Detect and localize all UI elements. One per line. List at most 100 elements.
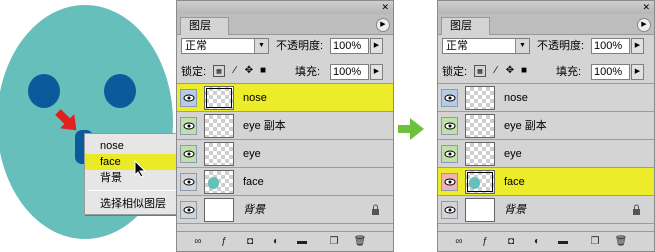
panel-bottom-toolbar: ∞ ƒ ◘ ◐ ▬ ❐ 🗑 bbox=[177, 231, 393, 251]
move-icon[interactable]: ✥ bbox=[504, 65, 516, 77]
right-eye bbox=[104, 74, 136, 108]
tab-layers[interactable]: 图层 bbox=[180, 17, 229, 35]
opacity-label: 不透明度: bbox=[537, 40, 585, 52]
layer-name: nose bbox=[243, 92, 267, 104]
lock-transparency-icon[interactable]: ▦ bbox=[213, 65, 225, 77]
panel-titlebar: ✕ bbox=[438, 1, 654, 14]
layer-thumbnail bbox=[465, 170, 495, 194]
layers-panel-after: ✕ 图层 ▶ 正常 ▼ 不透明度: 100% ▶ 锁定: ▦ ∕ ✥ ■ 填充: … bbox=[437, 0, 655, 252]
group-icon[interactable]: ▬ bbox=[556, 236, 570, 248]
opacity-arrow-button[interactable]: ▶ bbox=[370, 38, 383, 54]
panel-titlebar: ✕ bbox=[177, 1, 393, 14]
close-icon[interactable]: ✕ bbox=[381, 3, 389, 12]
layer-name: eye bbox=[243, 148, 261, 160]
layer-row-background[interactable]: 背景 bbox=[438, 196, 654, 224]
eye-icon[interactable] bbox=[180, 173, 197, 191]
lock-icon[interactable]: ■ bbox=[257, 65, 269, 77]
layers-list: nose eye 副本 eye face 背景 bbox=[438, 84, 654, 231]
left-eye bbox=[28, 74, 60, 108]
group-icon[interactable]: ▬ bbox=[295, 236, 309, 248]
trash-icon[interactable]: 🗑 bbox=[353, 236, 367, 248]
eye-icon[interactable] bbox=[180, 201, 197, 219]
move-icon[interactable]: ✥ bbox=[243, 65, 255, 77]
eye-icon[interactable] bbox=[180, 145, 197, 163]
lock-row: 锁定: ▦ ∕ ✥ ■ 填充: 100% ▶ bbox=[177, 58, 393, 84]
layer-name: 背景 bbox=[243, 204, 265, 216]
eye-icon[interactable] bbox=[441, 201, 458, 219]
fx-icon[interactable]: ƒ bbox=[217, 236, 231, 248]
fill-label: 填充: bbox=[556, 66, 582, 78]
eye-icon[interactable] bbox=[180, 117, 197, 135]
layer-row-eye-copy[interactable]: eye 副本 bbox=[177, 112, 393, 140]
fill-arrow-button[interactable]: ▶ bbox=[631, 64, 644, 80]
opacity-input[interactable]: 100% bbox=[591, 38, 630, 54]
layer-thumbnail bbox=[204, 170, 234, 194]
layer-row-background[interactable]: 背景 bbox=[177, 196, 393, 224]
layers-panel-before: ✕ 图层 ▶ 正常 ▼ 不透明度: 100% ▶ 锁定: ▦ ∕ ✥ ■ 填充: … bbox=[176, 0, 394, 252]
layer-row-face[interactable]: face bbox=[438, 168, 654, 196]
blend-row: 正常 ▼ 不透明度: 100% ▶ bbox=[177, 35, 393, 57]
lock-icon bbox=[633, 204, 640, 215]
stage: { "context_menu": { "items": ["nose","fa… bbox=[0, 0, 655, 252]
layer-thumbnail bbox=[465, 114, 495, 138]
panel-bottom-toolbar: ∞ ƒ ◘ ◐ ▬ ❐ 🗑 bbox=[438, 231, 654, 251]
layer-row-nose[interactable]: nose bbox=[438, 84, 654, 112]
close-icon[interactable]: ✕ bbox=[642, 3, 650, 12]
layer-row-eye[interactable]: eye bbox=[438, 140, 654, 168]
link-icon[interactable]: ∞ bbox=[452, 236, 466, 248]
eye-icon[interactable] bbox=[180, 89, 197, 107]
fx-icon[interactable]: ƒ bbox=[478, 236, 492, 248]
opacity-input[interactable]: 100% bbox=[330, 38, 369, 54]
fill-input[interactable]: 100% bbox=[591, 64, 630, 80]
adjustment-icon[interactable]: ◐ bbox=[530, 236, 544, 248]
layer-thumbnail bbox=[465, 86, 495, 110]
layer-name: eye bbox=[504, 148, 522, 160]
adjustment-icon[interactable]: ◐ bbox=[269, 236, 283, 248]
chevron-down-icon: ▼ bbox=[515, 39, 529, 53]
blend-mode-select[interactable]: 正常 ▼ bbox=[181, 38, 269, 54]
blend-mode-select[interactable]: 正常 ▼ bbox=[442, 38, 530, 54]
eye-icon[interactable] bbox=[441, 117, 458, 135]
layer-thumbnail bbox=[204, 114, 234, 138]
lock-icon[interactable]: ■ bbox=[518, 65, 530, 77]
blend-mode-value: 正常 bbox=[185, 40, 207, 52]
lock-transparency-icon[interactable]: ▦ bbox=[474, 65, 486, 77]
panel-tab-row: 图层 ▶ bbox=[177, 14, 393, 35]
mouse-cursor-icon bbox=[134, 160, 146, 178]
layer-thumbnail bbox=[465, 198, 495, 222]
link-icon[interactable]: ∞ bbox=[191, 236, 205, 248]
eye-icon[interactable] bbox=[441, 173, 458, 191]
layers-list: nose eye 副本 eye face 背景 bbox=[177, 84, 393, 231]
opacity-label: 不透明度: bbox=[276, 40, 324, 52]
panel-menu-button[interactable]: ▶ bbox=[376, 18, 390, 32]
trash-icon[interactable]: 🗑 bbox=[614, 236, 628, 248]
layer-row-nose[interactable]: nose bbox=[177, 84, 393, 112]
eye-icon[interactable] bbox=[441, 145, 458, 163]
new-layer-icon[interactable]: ❐ bbox=[588, 236, 602, 248]
brush-icon[interactable]: ∕ bbox=[490, 65, 502, 77]
chevron-down-icon: ▼ bbox=[254, 39, 268, 53]
fill-input[interactable]: 100% bbox=[330, 64, 369, 80]
face-thumb-shape bbox=[208, 177, 219, 189]
mask-icon[interactable]: ◘ bbox=[243, 236, 257, 248]
layer-row-face[interactable]: face bbox=[177, 168, 393, 196]
brush-icon[interactable]: ∕ bbox=[229, 65, 241, 77]
tab-layers[interactable]: 图层 bbox=[441, 17, 490, 35]
opacity-arrow-button[interactable]: ▶ bbox=[631, 38, 644, 54]
layer-thumbnail bbox=[465, 142, 495, 166]
layer-name: eye 副本 bbox=[243, 120, 286, 132]
layer-name: nose bbox=[504, 92, 528, 104]
lock-label: 锁定: bbox=[181, 66, 207, 78]
layer-row-eye[interactable]: eye bbox=[177, 140, 393, 168]
layer-name: 背景 bbox=[504, 204, 526, 216]
mask-icon[interactable]: ◘ bbox=[504, 236, 518, 248]
new-layer-icon[interactable]: ❐ bbox=[327, 236, 341, 248]
lock-row: 锁定: ▦ ∕ ✥ ■ 填充: 100% ▶ bbox=[438, 58, 654, 84]
panel-menu-button[interactable]: ▶ bbox=[637, 18, 651, 32]
layer-name: face bbox=[243, 176, 264, 188]
fill-arrow-button[interactable]: ▶ bbox=[370, 64, 383, 80]
panel-tab-row: 图层 ▶ bbox=[438, 14, 654, 35]
layer-row-eye-copy[interactable]: eye 副本 bbox=[438, 112, 654, 140]
eye-icon[interactable] bbox=[441, 89, 458, 107]
fill-label: 填充: bbox=[295, 66, 321, 78]
